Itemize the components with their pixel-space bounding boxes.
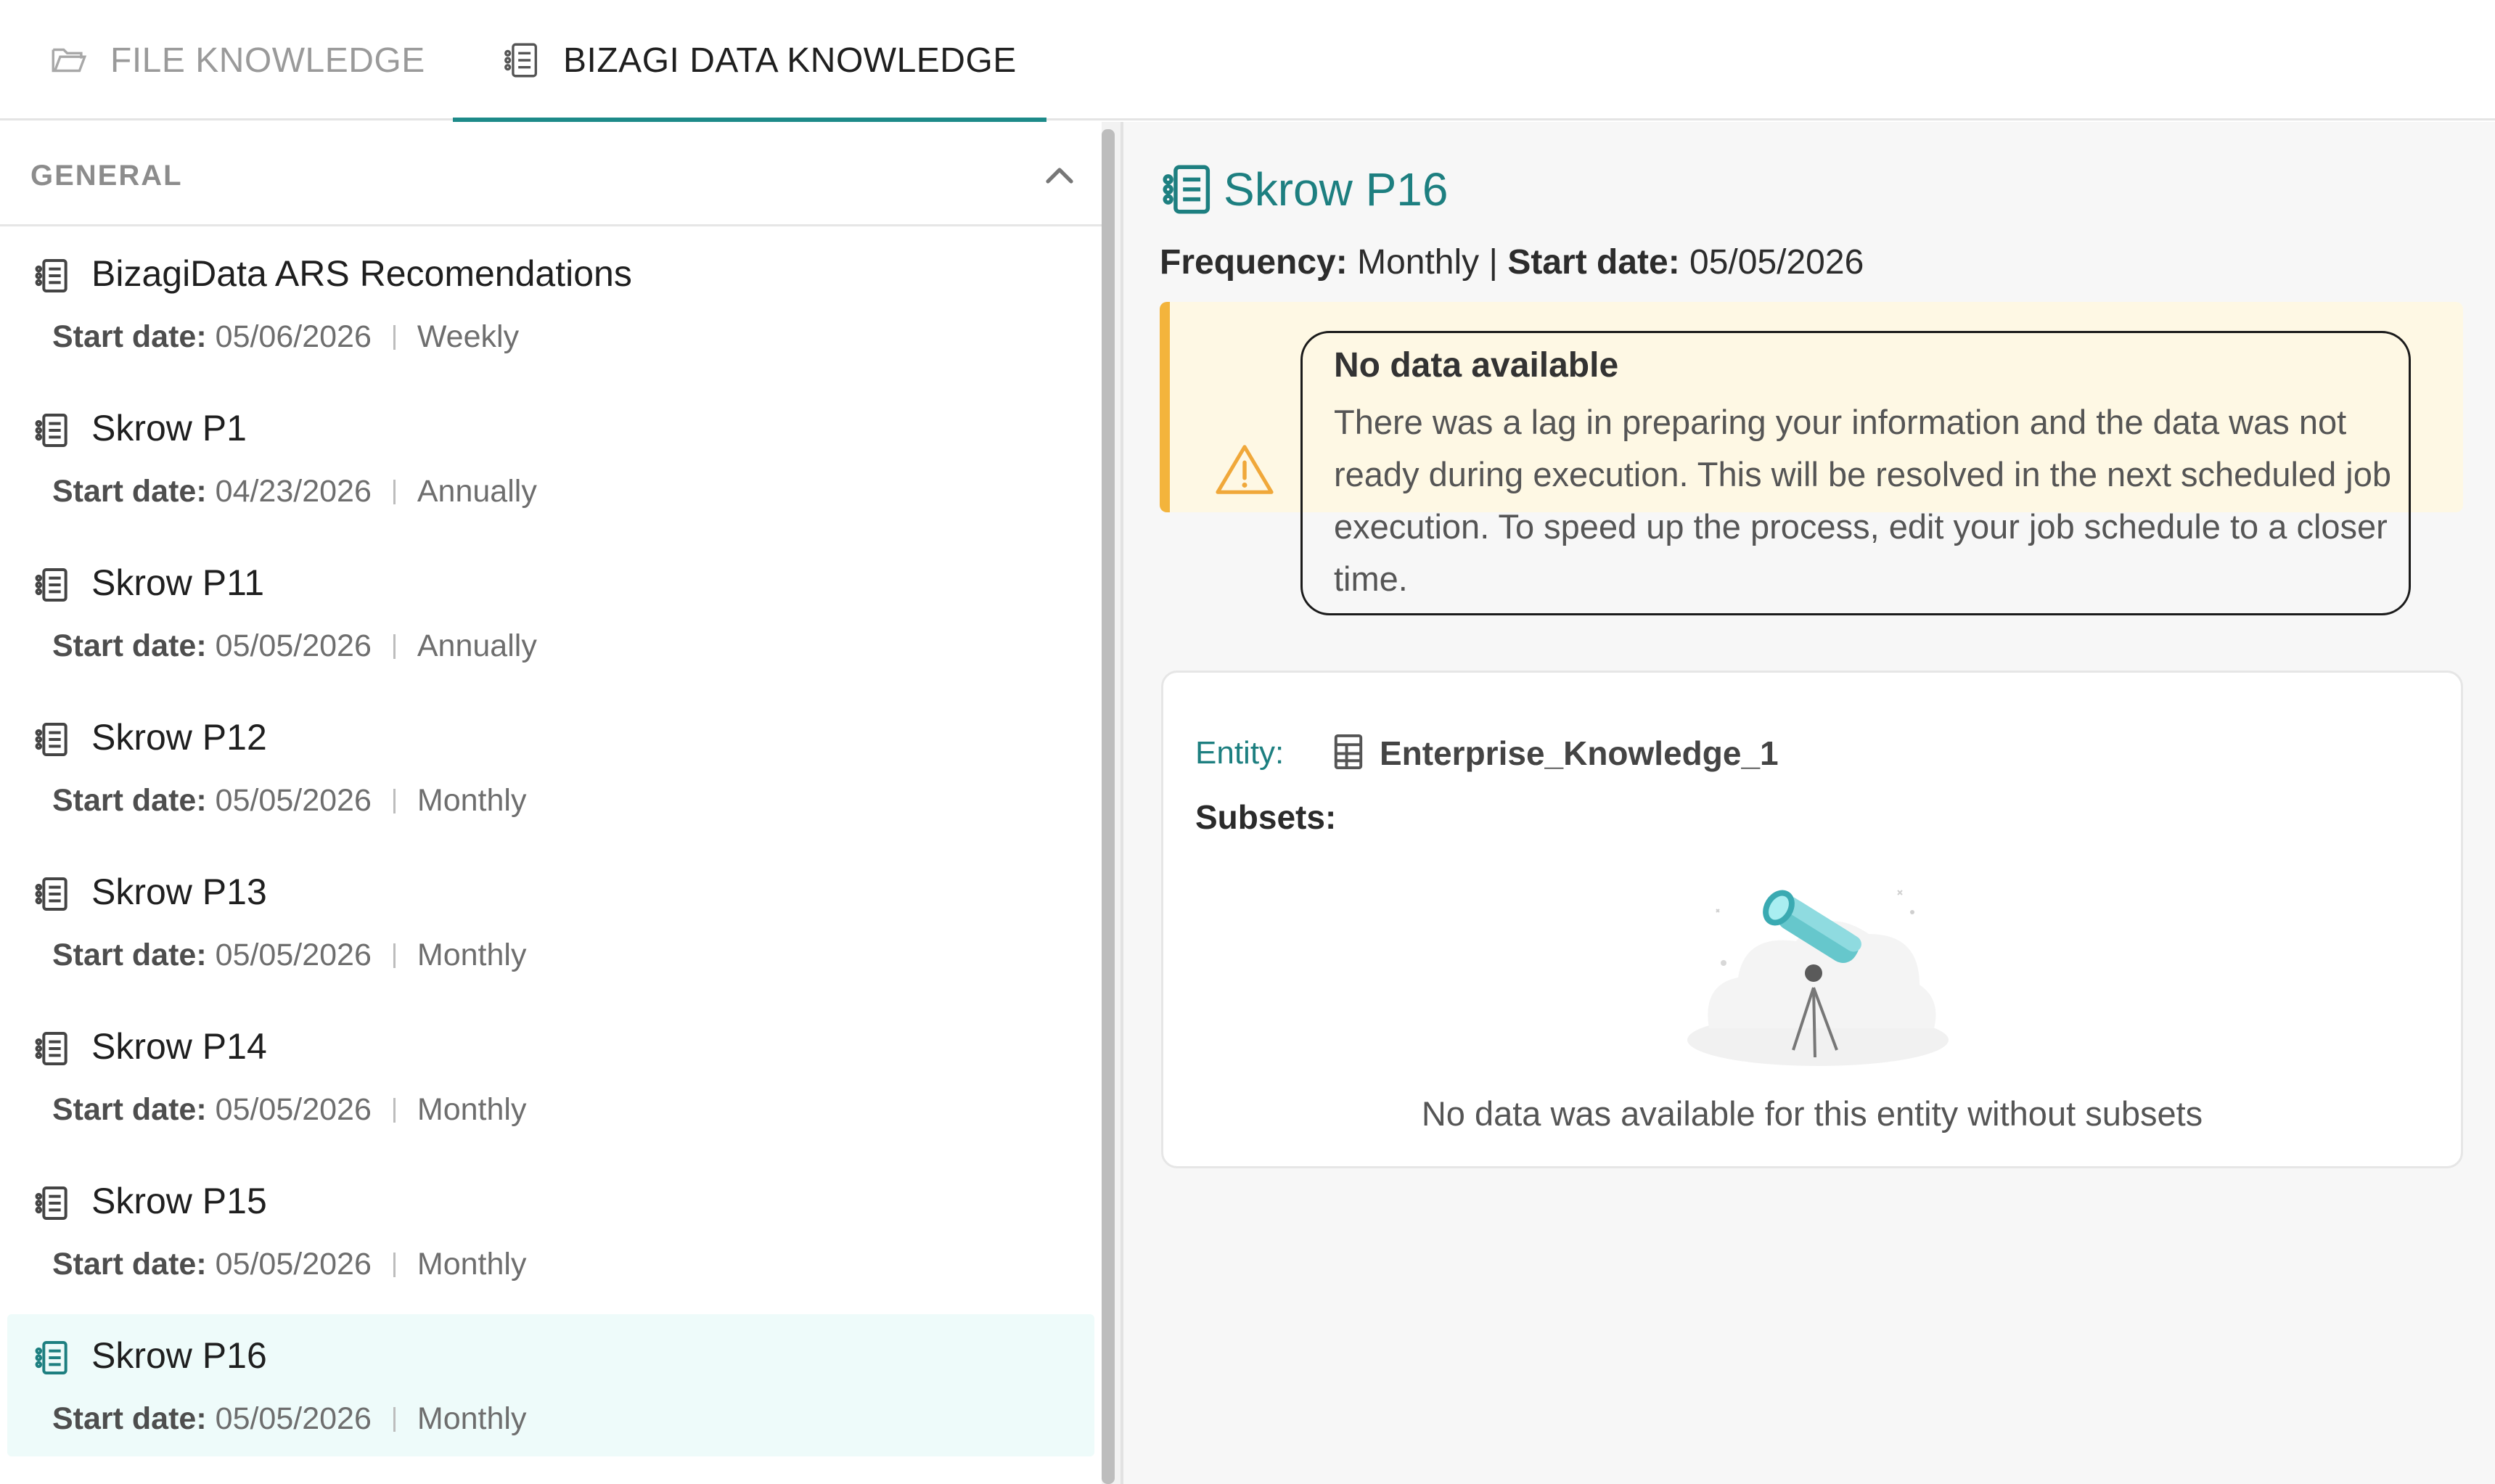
meta-divider	[393, 1406, 396, 1432]
list-item[interactable]: Skrow P11 Start date: 05/05/2026 Annually	[7, 541, 1094, 684]
page-title: Skrow P16	[1224, 163, 1449, 216]
empty-state-message: No data was available for this entity wi…	[1421, 1094, 2203, 1133]
list-item[interactable]: Skrow P16 Start date: 05/05/2026 Monthly	[7, 1314, 1094, 1456]
entity-label: Entity:	[1195, 735, 1285, 771]
frequency-value: Monthly	[417, 1092, 527, 1127]
start-date-label: Start date:	[52, 319, 207, 354]
alert-message: There was a lag in preparing your inform…	[1334, 403, 2391, 598]
list-item-title: Skrow P16	[91, 1335, 267, 1376]
entity-value[interactable]: Enterprise_Knowledge_1	[1380, 734, 1779, 773]
start-date-value: 05/05/2026	[215, 1401, 372, 1436]
list-item[interactable]: Skrow P15 Start date: 05/05/2026 Monthly	[7, 1160, 1094, 1302]
meta-divider	[393, 1097, 396, 1123]
meta-divider	[393, 1252, 396, 1277]
list-item[interactable]: Skrow P1 Start date: 04/23/2026 Annually	[7, 387, 1094, 529]
start-date-value: 05/06/2026	[215, 319, 372, 354]
list-item-meta: Start date: 04/23/2026 Annually	[52, 474, 537, 509]
list-item[interactable]: Skrow P12 Start date: 05/05/2026 Monthly	[7, 696, 1094, 838]
frequency-label: Frequency:	[1160, 243, 1348, 282]
start-date-value: 05/05/2026	[215, 1247, 372, 1282]
data-list-icon	[32, 874, 73, 914]
data-list-icon	[32, 255, 73, 296]
list-item-title: Skrow P12	[91, 717, 267, 758]
tab-file-knowledge-label: FILE KNOWLEDGE	[110, 41, 425, 80]
list-item-meta: Start date: 05/05/2026 Monthly	[52, 783, 526, 819]
no-data-alert: No data available There was a lag in pre…	[1160, 302, 2463, 615]
list-item-title: BizagiData ARS Recomendations	[91, 253, 632, 294]
data-list-icon	[32, 719, 73, 760]
meta-divider	[393, 943, 396, 968]
start-date-value: 05/05/2026	[1689, 243, 1864, 282]
list-item-meta: Start date: 05/05/2026 Monthly	[52, 1247, 526, 1282]
list-item-title: Skrow P1	[91, 408, 247, 448]
list-item-meta: Start date: 05/06/2026 Weekly	[52, 319, 519, 355]
frequency-value: Monthly	[417, 783, 527, 818]
frequency-value: Monthly	[1357, 243, 1480, 282]
meta-divider	[393, 479, 396, 504]
entity-table-icon	[1334, 734, 1363, 770]
list-item-title: Skrow P11	[91, 562, 265, 603]
section-title: GENERAL	[30, 160, 183, 192]
start-date-label: Start date:	[52, 474, 207, 509]
tab-bar: FILE KNOWLEDGE BIZAGI DATA KNOWLEDGE	[0, 0, 2495, 122]
start-date-label: Start date:	[52, 1092, 207, 1127]
frequency-value: Annually	[417, 628, 537, 663]
list-item-meta: Start date: 05/05/2026 Monthly	[52, 938, 526, 973]
start-date-value: 05/05/2026	[215, 783, 372, 818]
start-date-value: 05/05/2026	[215, 1092, 372, 1127]
subsets-label: Subsets:	[1195, 798, 1337, 836]
list-item-title: Skrow P13	[91, 872, 267, 912]
start-date-value: 04/23/2026	[215, 474, 372, 509]
warning-icon	[1216, 445, 1274, 494]
frequency-value: Monthly	[417, 1247, 527, 1282]
start-date-label: Start date:	[52, 1401, 207, 1436]
frequency-value: Monthly	[417, 1401, 527, 1436]
data-list-icon	[32, 565, 73, 605]
data-list-icon	[1163, 165, 1210, 214]
list-item[interactable]: Skrow P14 Start date: 05/05/2026 Monthly	[7, 1005, 1094, 1147]
list-item-meta: Start date: 05/05/2026 Monthly	[52, 1401, 526, 1437]
start-date-label: Start date:	[52, 628, 207, 663]
start-date-value: 05/05/2026	[215, 938, 372, 972]
meta-divider	[393, 634, 396, 659]
alert-title: No data available	[1334, 346, 1619, 385]
tab-bizagi-data-knowledge-label: BIZAGI DATA KNOWLEDGE	[563, 41, 1017, 80]
start-date-label: Start date:	[52, 938, 207, 972]
detail-panel: Skrow P16 Frequency: Monthly | Start dat…	[1123, 122, 2495, 1484]
list-item[interactable]: Skrow P13 Start date: 05/05/2026 Monthly	[7, 850, 1094, 993]
chevron-up-icon[interactable]	[1041, 161, 1078, 190]
frequency-value: Annually	[417, 474, 537, 509]
list-item-title: Skrow P14	[91, 1026, 267, 1067]
meta-divider	[393, 788, 396, 813]
frequency-value: Weekly	[417, 319, 520, 354]
list-item-meta: Start date: 05/05/2026 Annually	[52, 628, 537, 664]
data-list-icon	[32, 1183, 73, 1223]
start-date-label: Start date:	[52, 783, 207, 818]
meta-divider	[393, 324, 396, 350]
start-date-label: Start date:	[1507, 243, 1680, 282]
data-list-icon	[32, 1028, 73, 1069]
frequency-value: Monthly	[417, 938, 527, 972]
start-date-value: 05/05/2026	[215, 628, 372, 663]
knowledge-list-panel: GENERAL BizagiData ARS Recomendations Sta…	[0, 122, 1102, 1484]
section-header-general[interactable]: GENERAL	[0, 122, 1102, 226]
schedule-summary: Frequency: Monthly | Start date: 05/05/2…	[1160, 242, 1864, 282]
start-date-label: Start date:	[52, 1247, 207, 1282]
list-item-title: Skrow P15	[91, 1181, 267, 1221]
list-item-meta: Start date: 05/05/2026 Monthly	[52, 1092, 526, 1128]
scrollbar-thumb[interactable]	[1102, 129, 1115, 1484]
folder-open-icon	[52, 48, 87, 73]
data-list-icon	[32, 1337, 73, 1378]
data-list-icon	[504, 43, 538, 78]
separator: |	[1488, 243, 1498, 282]
entity-card: Entity: Enterprise_Knowledge_1 Subsets:	[1161, 671, 2463, 1168]
tab-bizagi-data-knowledge[interactable]: BIZAGI DATA KNOWLEDGE	[453, 0, 1046, 122]
data-list-icon	[32, 410, 73, 451]
tab-file-knowledge[interactable]: FILE KNOWLEDGE	[48, 0, 425, 120]
list-item[interactable]: BizagiData ARS Recomendations Start date:…	[7, 232, 1094, 374]
telescope-empty-illustration	[1687, 890, 1949, 1066]
